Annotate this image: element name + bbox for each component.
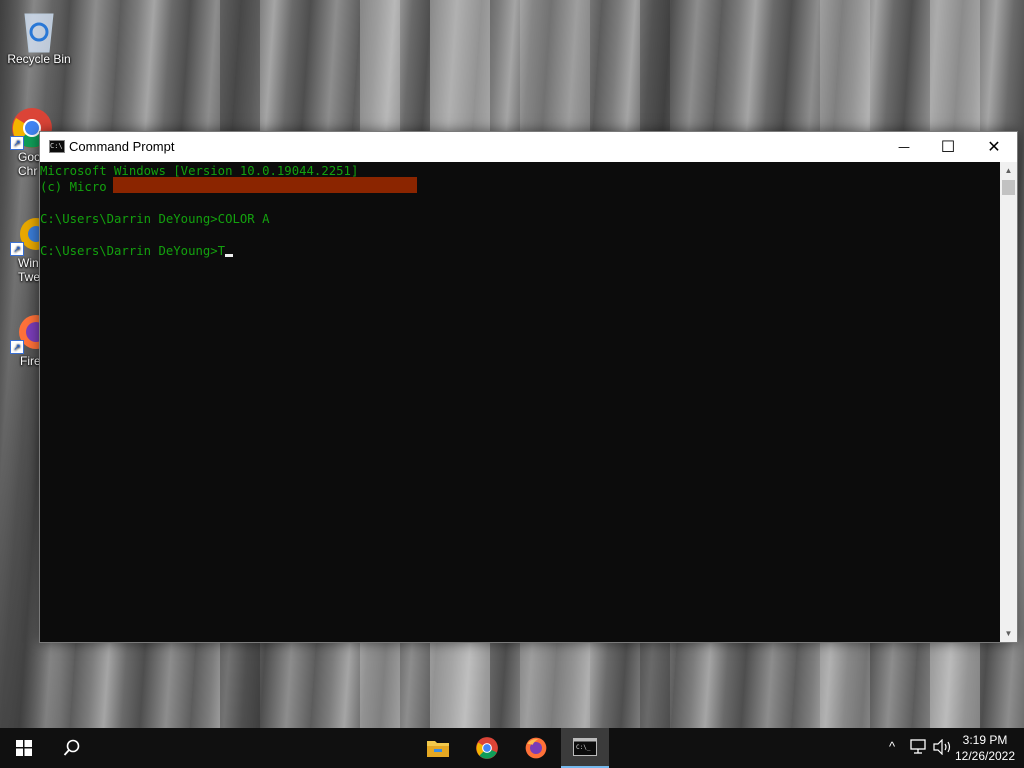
start-button[interactable] <box>0 728 48 768</box>
taskbar-firefox[interactable] <box>512 728 560 768</box>
scroll-down-arrow-icon[interactable]: ▼ <box>1000 625 1017 642</box>
desktop-icon-recycle-bin[interactable]: Recycle Bin <box>6 6 72 66</box>
console-line: C:\Users\Darrin DeYoung>COLOR A <box>40 212 270 226</box>
system-clock[interactable]: 3:19 PM 12/26/2022 <box>950 732 1020 764</box>
recycle-bin-icon <box>17 6 61 53</box>
clock-time: 3:19 PM <box>962 733 1008 747</box>
shortcut-arrow-icon: ↗ <box>10 340 24 354</box>
close-button[interactable]: ✕ <box>971 132 1017 162</box>
minimize-button[interactable]: — <box>881 132 927 162</box>
text-cursor <box>225 254 234 257</box>
firefox-icon <box>525 737 547 759</box>
desktop-icon-label: Recycle Bin <box>7 52 71 66</box>
taskbar: C:\_ ^ 3:19 PM 12/26/2022 <box>0 728 1024 768</box>
chrome-icon <box>476 737 498 759</box>
scroll-up-arrow-icon[interactable]: ▲ <box>1000 162 1017 179</box>
console-output[interactable]: Microsoft Windows [Version 10.0.19044.22… <box>40 162 1000 643</box>
command-prompt-icon: C:\ <box>49 140 65 153</box>
console-input-line[interactable]: C:\Users\Darrin DeYoung>T <box>40 243 1000 259</box>
search-button[interactable] <box>48 728 96 768</box>
redaction-box <box>113 177 417 193</box>
command-prompt-window[interactable]: C:\ Command Prompt — ☐ ✕ Microsoft Windo… <box>39 131 1018 643</box>
shortcut-arrow-icon: ↗ <box>10 242 24 256</box>
show-hidden-icons-button[interactable]: ^ <box>889 739 895 754</box>
title-bar[interactable]: C:\ Command Prompt — ☐ ✕ <box>40 132 1017 162</box>
taskbar-command-prompt[interactable]: C:\_ <box>561 728 609 768</box>
window-title: Command Prompt <box>69 139 175 154</box>
taskbar-chrome[interactable] <box>463 728 511 768</box>
scroll-thumb[interactable] <box>1002 180 1015 195</box>
svg-text:C:\_: C:\_ <box>576 744 591 751</box>
taskbar-file-explorer[interactable] <box>414 728 462 768</box>
search-icon <box>63 739 80 756</box>
console-prompt: C:\Users\Darrin DeYoung>T <box>40 244 226 258</box>
maximize-button[interactable]: ☐ <box>925 132 971 162</box>
windows-logo-icon <box>16 740 32 756</box>
shortcut-arrow-icon: ↗ <box>10 136 24 150</box>
network-icon[interactable] <box>910 739 928 758</box>
folder-icon <box>427 741 449 757</box>
terminal-icon: C:\_ <box>573 738 597 756</box>
vertical-scrollbar[interactable]: ▲ ▼ <box>1000 162 1017 642</box>
clock-date: 12/26/2022 <box>954 749 1016 763</box>
